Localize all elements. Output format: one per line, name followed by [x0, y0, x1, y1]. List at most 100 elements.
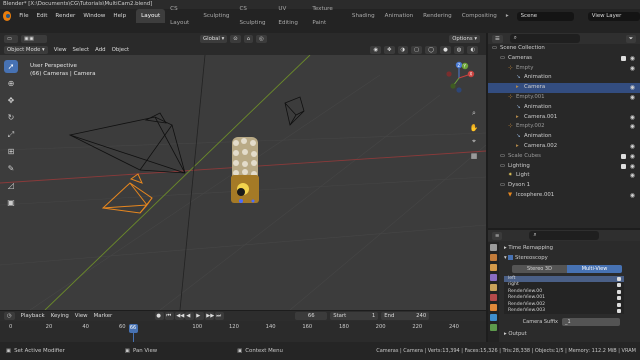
outliner-display-mode-icon[interactable]: ☰ [492, 34, 503, 43]
outliner-row[interactable]: ▸ Camera.001 ◉ [488, 113, 640, 123]
next-key-icon[interactable]: ▶▶ [205, 312, 214, 320]
proportional-edit-icon[interactable]: ◎ [256, 34, 267, 43]
transform-tool-icon[interactable]: ⊞ [4, 145, 18, 158]
tab-layout[interactable]: Layout [136, 9, 166, 23]
tab-animation[interactable]: Animation [380, 9, 419, 23]
timeline-menu-keying[interactable]: Keying [51, 313, 69, 319]
pivot-icon[interactable]: ⊙ [230, 34, 241, 43]
view-layer-tab-icon[interactable] [490, 274, 497, 281]
visibility-icon[interactable]: ◉ [370, 45, 382, 54]
add-cube-tool-icon[interactable]: ▣ [4, 196, 18, 209]
properties-editor-icon[interactable]: ≡ [492, 231, 503, 240]
select-box-mode[interactable]: ▣▣ [21, 34, 47, 43]
tab-cs-layout[interactable]: CS Layout [165, 2, 198, 30]
prev-key-icon[interactable]: ◀◀ [175, 312, 184, 320]
menu-file[interactable]: File [15, 9, 32, 23]
output-tab-icon[interactable] [490, 264, 497, 271]
viewport-menu-select[interactable]: Select [73, 47, 90, 53]
stereoscopy-section[interactable]: ▾ Stereoscopy [504, 253, 640, 263]
visibility-eye-icon[interactable]: ◉ [630, 93, 635, 103]
timeline-menu-marker[interactable]: Marker [94, 313, 113, 319]
workspace-more-icon[interactable]: ▸ [502, 9, 513, 23]
view-enabled-checkbox[interactable] [617, 277, 621, 281]
tab-cs-sculpting[interactable]: CS Sculpting [234, 2, 273, 30]
outliner-search-input[interactable]: ⌕ [509, 34, 580, 43]
exclude-checkbox[interactable] [621, 55, 626, 61]
outliner-row[interactable]: ↘ Animation [488, 103, 640, 113]
shading-rendered-icon[interactable]: ◐ [467, 45, 478, 54]
output-section[interactable]: ▸ Output [504, 329, 640, 339]
shading-wire-icon[interactable]: ◯ [425, 45, 438, 54]
visibility-eye-icon[interactable]: ◉ [630, 152, 635, 162]
viewport-menu-view[interactable]: View [54, 47, 67, 53]
world-tab-icon[interactable] [490, 294, 497, 301]
pan-hand-icon[interactable]: ✋ [468, 122, 480, 133]
outliner-row[interactable]: ⊹ Empty ◉ [488, 64, 640, 74]
camera-view-icon[interactable]: ⌖ [468, 136, 480, 147]
outliner-row[interactable]: ▭ Cameras ◉ [488, 54, 640, 64]
orientation-dropdown[interactable]: Global ▾ [200, 34, 228, 43]
outliner-row[interactable]: ▭ Dyson 1 [488, 181, 640, 191]
visibility-eye-icon[interactable]: ◉ [630, 162, 635, 172]
tab-sculpting[interactable]: Sculpting [198, 9, 234, 23]
xray-icon[interactable]: ▢ [411, 45, 423, 54]
exclude-checkbox[interactable] [621, 153, 626, 159]
view-layer-selector[interactable]: View Layer [587, 11, 640, 21]
tool-tab-icon[interactable] [490, 244, 497, 251]
camera-data-tab-icon[interactable] [490, 324, 497, 331]
visibility-eye-icon[interactable]: ◉ [630, 113, 635, 123]
shading-material-icon[interactable]: ◍ [453, 45, 465, 54]
scene-selector[interactable]: Scene [516, 11, 574, 21]
outliner-row[interactable]: ⊹ Empty.002 ◉ [488, 122, 640, 132]
annotate-tool-icon[interactable]: ✎ [4, 162, 18, 175]
render-tab-icon[interactable] [490, 254, 497, 261]
visibility-eye-icon[interactable]: ◉ [630, 64, 635, 74]
select-mode-icon[interactable]: ▭ [4, 34, 18, 43]
stereo-3d-tab[interactable]: Stereo 3D [512, 265, 567, 273]
move-tool-icon[interactable]: ✥ [4, 94, 18, 107]
rotate-tool-icon[interactable]: ↻ [4, 111, 18, 124]
record-icon[interactable]: ● [155, 312, 165, 320]
tab-texture-paint[interactable]: Texture Paint [307, 2, 347, 30]
view-enabled-checkbox[interactable] [617, 289, 621, 294]
tab-compositing[interactable]: Compositing [457, 9, 502, 23]
visibility-eye-icon[interactable]: ◉ [630, 171, 635, 181]
view-enabled-checkbox[interactable] [617, 296, 621, 301]
blender-logo-icon[interactable] [3, 11, 12, 21]
menu-help[interactable]: Help [109, 9, 130, 23]
outliner-filter-icon[interactable]: ⏷ [625, 34, 636, 43]
camera-suffix-field[interactable]: _1 [562, 318, 620, 327]
outliner-row[interactable]: ▸ Camera ◉ [488, 83, 640, 93]
tab-rendering[interactable]: Rendering [418, 9, 457, 23]
outliner-row[interactable]: ▼ Icosphere.001 ◉ [488, 191, 640, 201]
viewport-menu-object[interactable]: Object [112, 47, 130, 53]
snap-icon[interactable]: ⌂ [243, 34, 254, 43]
outliner-row[interactable]: ⊹ Empty.001 ◉ [488, 93, 640, 103]
menu-render[interactable]: Render [51, 9, 79, 23]
exclude-checkbox[interactable] [621, 163, 626, 169]
visibility-eye-icon[interactable]: ◉ [630, 191, 635, 201]
outliner-row[interactable]: ▭ Scene Collection [488, 44, 640, 54]
properties-search-input[interactable]: ⌕ [529, 231, 600, 240]
outliner-row[interactable]: ✷ Light ◉ [488, 171, 640, 181]
modifier-tab-icon[interactable] [490, 314, 497, 321]
jump-end-icon[interactable]: ⏭ [215, 312, 225, 320]
gizmo-toggle-icon[interactable]: ✥ [384, 45, 395, 54]
navigation-gizmo[interactable]: Z X Y [443, 60, 475, 102]
outliner-row[interactable]: ▭ Scale Cubes ◉ [488, 152, 640, 162]
multi-view-tab[interactable]: Multi-View [567, 265, 622, 273]
menu-edit[interactable]: Edit [33, 9, 52, 23]
jump-start-icon[interactable]: ⏮ [165, 312, 175, 320]
select-tool-icon[interactable]: ➚ [4, 60, 18, 73]
play-reverse-icon[interactable]: ◀ [185, 312, 195, 320]
outliner-row[interactable]: ↘ Animation [488, 132, 640, 142]
cursor-tool-icon[interactable]: ⊕ [4, 77, 18, 90]
zoom-icon[interactable]: ⌕ [468, 108, 480, 119]
play-icon[interactable]: ▶ [195, 312, 205, 320]
outliner-row[interactable]: ▸ Camera.002 ◉ [488, 142, 640, 152]
visibility-eye-icon[interactable]: ◉ [630, 83, 635, 93]
end-frame-field[interactable]: End 240 [381, 312, 430, 320]
menu-window[interactable]: Window [79, 9, 109, 23]
outliner-row[interactable]: ↘ Animation [488, 73, 640, 83]
tab-shading[interactable]: Shading [347, 9, 380, 23]
